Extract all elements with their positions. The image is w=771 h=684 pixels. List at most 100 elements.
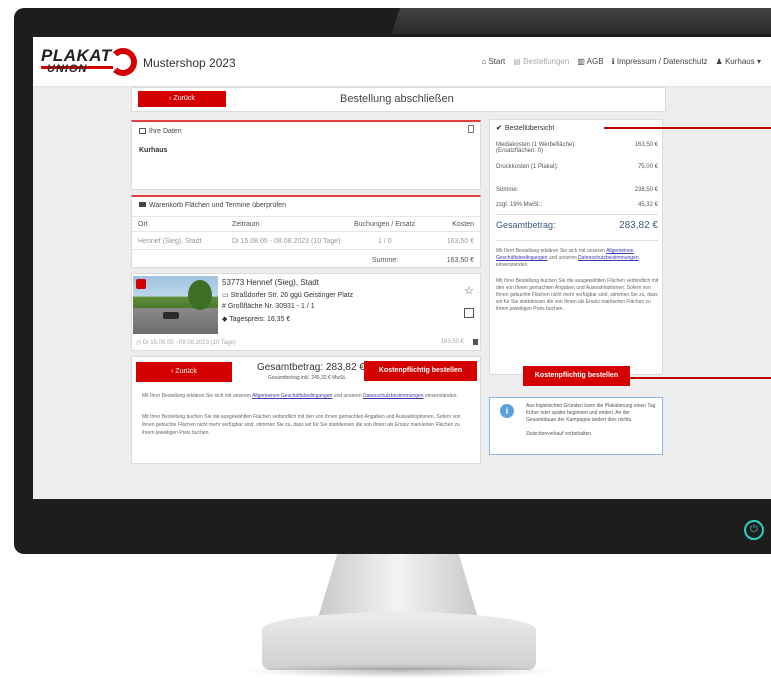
logo-swoosh-icon [109,48,137,76]
stand-shadow [240,664,560,678]
col-ort: Ort [138,221,148,228]
summary-label: Druckkosten (1 Plakat): [496,164,559,170]
summary-total: Gesamtbetrag: 283,82 € [496,220,658,231]
nav-agb[interactable]: ▥ AGB [577,57,603,66]
booking-notice-bottom: Mit Ihrer Bestellung buchen Sie die ausg… [142,414,461,436]
location-street-text: Straßdorfer Str. 26 ggü Geistinger Platz [230,292,354,299]
cart-heading-label: Warenkorb Flächen und Termine überprüfen [149,202,286,209]
customer-data-heading: Ihre Daten [139,128,182,135]
terms-text-part: einverstanden. [424,393,458,399]
location-photo[interactable] [133,276,218,334]
page-title: Bestellung abschließen [340,93,454,105]
screen: PLAKAT UNION Mustershop 2023 ⌂ Start ▤ B… [33,37,771,499]
summary-sublabel: (Ersatzflächen: 0) [496,148,544,154]
callout-line-order-button [630,377,771,379]
plakat-union-logo[interactable]: PLAKAT UNION [39,46,137,80]
info-text-logistics: Aus logistischen Gründen kann die Plakat… [526,403,656,423]
location-period: Di 15.08.05 - 09.08.2023 (10 Tage) [142,340,236,346]
nav-start[interactable]: ⌂ Start [481,57,505,66]
summary-label: Summe: [496,187,519,193]
back-button-bottom[interactable]: ‹ Zurück [136,362,232,382]
customer-data-card: Ihre Daten Kurhaus [131,120,481,190]
summary-divider [496,240,658,241]
trash-icon[interactable] [473,339,478,345]
summary-row-media: Mediakosten (1 Werbefläche): (Ersatzfläch… [496,142,658,154]
photo-car [163,312,179,319]
summary-row-vat: zzgl. 19% MwSt.: 45,32 € [496,202,658,208]
main-nav: ⌂ Start ▤ Bestellungen ▥ AGB ℹ Impressum… [481,57,761,66]
summary-value: 45,32 € [637,202,658,208]
nav-user[interactable]: ♟ Kurhaus ▾ [716,57,761,66]
sum-label: Summe: [372,257,399,264]
cell-ort: Hennef (Sieg), Stadt [138,238,202,245]
cell-kosten: 163,50 € [446,238,474,245]
table-sum-row: Summe: 163,50 € [132,253,480,269]
location-area: # Großfläche Nr. 30931 - 1 / 1 [222,303,315,310]
location-street: ▭ Straßdorfer Str. 26 ggü Geistinger Pla… [222,291,353,299]
col-zeitraum: Zeitraum [232,221,260,228]
table-header-row: Ort Zeitraum Buchungen / Ersatz Kosten [132,216,480,232]
terms-text-part: und unseren [333,393,362,399]
terms-text-bottom: Mit Ihrer Bestellung erklären Sie sich m… [142,392,467,400]
terms-text-part: Mit Ihrer Bestellung erklären Sie sich m… [142,393,251,399]
stage: ⏻ PLAKAT UNION Mustershop 2023 ⌂ Start ▤… [0,0,771,684]
order-button-bottom[interactable]: Kostenpflichtig bestellen [364,361,477,381]
power-icon: ⏻ [744,520,764,540]
summary-total-label: Gesamtbetrag: [496,220,556,230]
order-button-right[interactable]: Kostenpflichtig bestellen [523,366,630,386]
info-text: Aus logistischen Gründen kann die Plakat… [526,403,658,438]
location-cost: 163,50 € [440,339,464,345]
col-kosten: Kosten [452,221,474,228]
summary-value: 163,50 € [634,142,658,148]
nav-user-label: Kurhaus [724,57,755,66]
caret-down-icon: ▾ [754,57,761,66]
edit-document-icon[interactable] [468,125,474,133]
summary-row-print: Druckkosten (1 Plakat): 75,00 € [496,164,658,170]
privacy-link[interactable]: Datenschutzbestimmungen [578,255,639,261]
terms-text-right: Mit Ihrer Bestellung erklären Sie sich m… [496,248,660,269]
logo-subtext: UNION [47,63,88,75]
nav-orders[interactable]: ▤ Bestellungen [513,57,569,66]
summary-row-sum: Summe: 238,50 € [496,187,658,193]
customer-data-label: Ihre Daten [149,128,182,135]
terms-text-part: Mit Ihrer Bestellung erklären Sie sich m… [496,248,605,254]
back-button-top[interactable]: ‹ Zurück [138,91,226,107]
id-card-icon [139,128,146,134]
cell-buchungen: 1 / 0 [378,238,392,245]
location-footer: ◷ Di 15.08.05 - 09.08.2023 (10 Tage) 163… [136,339,478,346]
summary-divider [496,214,658,215]
summary-label: zzgl. 19% MwSt.: [496,202,543,208]
privacy-link[interactable]: Datenschutzbestimmungen [363,393,424,399]
booking-notice-right: Mit Ihrer Bestellung buchen Sie die ausg… [496,278,659,312]
location-price: ◆ Tagespreis: 16,35 € [222,315,290,323]
shop-title: Mustershop 2023 [143,56,236,70]
total-amount: Gesamtbetrag: 283,82 € [257,362,365,373]
clock-icon: ◷ [136,340,143,346]
map-pin-icon [136,279,146,289]
customer-name: Kurhaus [139,147,168,154]
agb-link[interactable]: Allgemeinen Geschäftsbedingungen [252,393,332,399]
location-area-text: Großfläche Nr. 30931 - 1 / 1 [227,303,315,310]
terms-text-part: einverstanden. [496,262,529,268]
calendar-icon[interactable] [464,308,474,318]
nav-agb-label: AGB [586,57,604,66]
summary-value: 238,50 € [634,187,658,193]
page-header: ‹ Zurück Bestellung abschließen [131,87,666,112]
info-text-reserve: Zwischenverkauf vorbehalten. [526,431,593,437]
total-subtext: Gesamtbetrag inkl. 245,32 € MwSt. [268,375,347,381]
nav-start-label: Start [488,57,506,66]
billboard-icon: ▭ [222,292,231,299]
nav-imprint[interactable]: ℹ Impressum / Datenschutz [612,57,708,66]
photo-tree [188,280,212,310]
monitor-highlight [391,8,771,34]
cart-icon [139,202,146,207]
sum-value: 163,50 € [446,257,474,264]
location-city: 53773 Hennef (Sieg), Stadt [222,278,319,287]
monitor-stand-neck [318,554,478,618]
check-icon: ✔ [496,125,502,132]
callout-line-summary [604,127,771,129]
terms-text-part: und unseren [548,255,577,261]
nav-orders-label: Bestellungen [523,57,570,66]
cart-heading: Warenkorb Flächen und Termine überprüfen [139,202,286,209]
favorite-star-icon[interactable]: ☆ [464,284,474,297]
